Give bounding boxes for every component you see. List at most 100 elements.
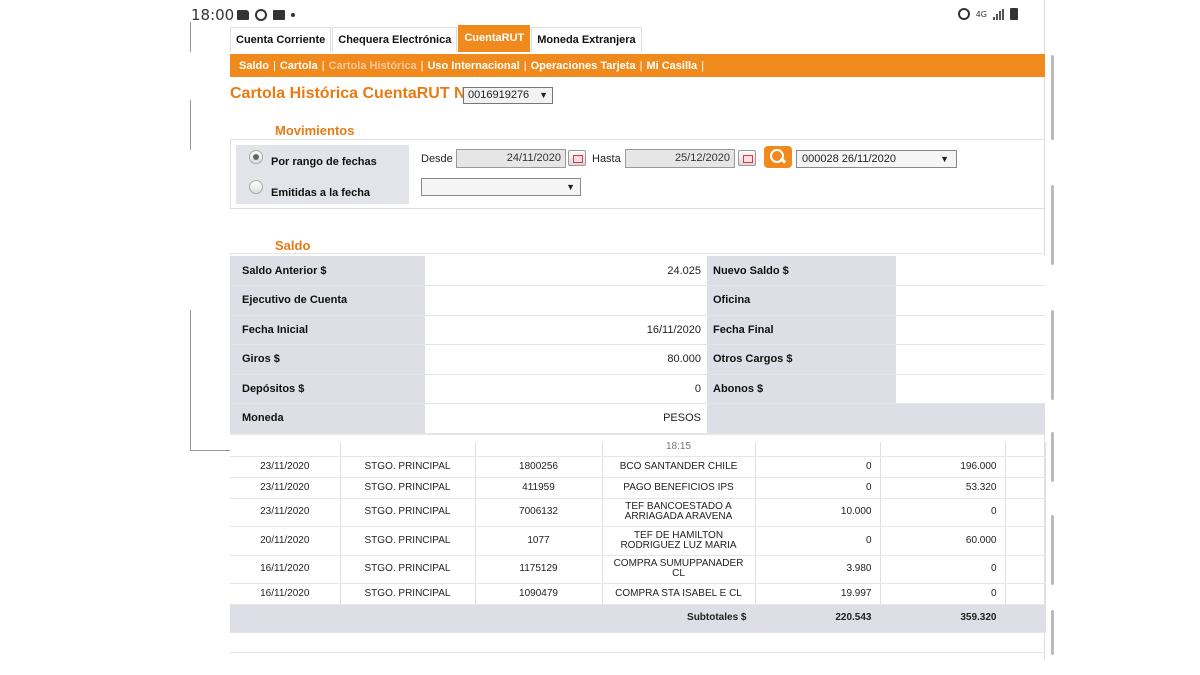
saldo-value: 24.025 <box>425 256 707 286</box>
scrollbar-thumb[interactable] <box>1051 610 1054 655</box>
hasta-label: Hasta <box>592 153 621 165</box>
cell-documento: 1090479 <box>475 583 603 605</box>
cell-descripcion: COMPRA STA ISABEL E CL <box>602 583 756 605</box>
cell-fecha: 16/11/2020 <box>230 583 341 605</box>
table-row: 23/11/2020 STGO. PRINCIPAL 1800256 BCO S… <box>230 456 1046 478</box>
cell-fecha: 16/11/2020 <box>230 555 341 584</box>
cell-descripcion: PAGO BENEFICIOS IPS <box>602 477 756 499</box>
partial-text: 18:15 <box>602 442 756 457</box>
saldo-row: Fecha Inicial 16/11/2020 Fecha Final <box>230 315 1045 345</box>
cell-descripcion: COMPRA SUMUPPANADER CL <box>602 555 756 584</box>
product-tabs: Cuenta Corriente Chequera Electrónica Cu… <box>230 25 643 52</box>
radio-emitidas[interactable] <box>249 180 263 194</box>
scrollbar-thumb[interactable] <box>1051 310 1054 400</box>
account-number: 0016919276 <box>468 89 530 101</box>
cell-documento: 1800256 <box>475 456 603 478</box>
cartola-select-value: 000028 26/11/2020 <box>802 153 896 165</box>
status-bar: 18:00 4G <box>190 4 1040 24</box>
scrollbar-thumb[interactable] <box>1051 185 1054 265</box>
frame-line <box>190 100 191 150</box>
saldo-key: Fecha Inicial <box>230 315 425 345</box>
cell-abono: 0 <box>880 583 1006 605</box>
frame-line <box>190 450 230 451</box>
desde-label: Desde <box>421 153 453 165</box>
cell-documento: 7006132 <box>475 498 603 527</box>
cell-descripcion: TEF BANCOESTADO A ARRIAGADA ARAVENA <box>602 498 756 527</box>
table-row: 16/11/2020 STGO. PRINCIPAL 1175129 COMPR… <box>230 555 1046 584</box>
tab-cuenta-corriente[interactable]: Cuenta Corriente <box>230 27 332 52</box>
saldo-key: Giros $ <box>230 344 425 375</box>
saldo-key: Ejecutivo de Cuenta <box>230 285 425 316</box>
option-emitted-label: Emitidas a la fecha <box>271 187 371 199</box>
cell-sucursal: STGO. PRINCIPAL <box>340 555 476 584</box>
desde-input[interactable]: 24/11/2020 <box>456 149 566 168</box>
cell-documento: 411959 <box>475 477 603 499</box>
hasta-input[interactable]: 25/12/2020 <box>625 149 735 168</box>
tab-chequera-electronica[interactable]: Chequera Electrónica <box>332 27 458 52</box>
cell-cargo: 0 <box>755 456 881 478</box>
saldo-row: Ejecutivo de Cuenta Oficina <box>230 285 1045 316</box>
cell-abono: 53.320 <box>880 477 1006 499</box>
network-label: 4G <box>975 9 987 19</box>
square-icon <box>273 10 285 20</box>
subtotal-abonos: 359.320 <box>880 604 1006 633</box>
cell-cargo: 3.980 <box>755 555 881 584</box>
battery-icon <box>1010 8 1018 20</box>
cell-abono: 0 <box>880 555 1006 584</box>
saldo-key: Abonos $ <box>707 374 896 404</box>
search-button[interactable] <box>764 146 792 168</box>
saldo-value <box>425 285 707 316</box>
tab-cuentarut[interactable]: CuentaRUT <box>458 25 531 52</box>
saldo-empty <box>707 403 1045 434</box>
subnav-cartola[interactable]: Cartola <box>280 60 318 72</box>
subnav-mi-casilla[interactable]: Mi Casilla <box>646 60 697 72</box>
cartola-select[interactable]: 000028 26/11/2020 ▼ <box>796 150 957 168</box>
subtotal-row: Subtotales $ 220.543 359.320 <box>230 604 1046 633</box>
option-range-label: Por rango de fechas <box>271 156 377 168</box>
saldo-value: PESOS <box>425 403 707 434</box>
saldo-key: Otros Cargos $ <box>707 344 896 375</box>
alarm-icon <box>255 9 267 21</box>
radio-por-rango[interactable] <box>249 150 263 164</box>
subnav-saldo[interactable]: Saldo <box>239 60 269 72</box>
table-row: 16/11/2020 STGO. PRINCIPAL 1090479 COMPR… <box>230 583 1046 605</box>
cell-documento: 1175129 <box>475 555 603 584</box>
tab-moneda-extranjera[interactable]: Moneda Extranjera <box>531 27 642 52</box>
calendar-icon[interactable] <box>568 150 586 166</box>
cell-sucursal: STGO. PRINCIPAL <box>340 477 476 499</box>
table-row: 23/11/2020 STGO. PRINCIPAL 7006132 TEF B… <box>230 498 1046 527</box>
scrollbar-thumb[interactable] <box>1051 55 1054 140</box>
subnav-operaciones-tarjeta[interactable]: Operaciones Tarjeta <box>531 60 636 72</box>
frame-line <box>190 22 191 52</box>
scrollbar-thumb[interactable] <box>1051 432 1054 482</box>
cell-cargo: 10.000 <box>755 498 881 527</box>
chevron-down-icon: ▼ <box>539 90 548 100</box>
subnav-cartola-historica[interactable]: Cartola Histórica <box>329 60 417 72</box>
cell-abono: 196.000 <box>880 456 1006 478</box>
emitidas-select[interactable]: ▼ <box>421 178 581 196</box>
saldo-table: Saldo Anterior $ 24.025 Nuevo Saldo $ Ej… <box>230 256 1045 434</box>
cell-cargo: 0 <box>755 477 881 499</box>
cell-documento: 1077 <box>475 526 603 556</box>
scrollbar-thumb[interactable] <box>1051 515 1054 585</box>
calendar-icon[interactable] <box>738 150 756 166</box>
table-row: 18:15 <box>230 442 1046 457</box>
saldo-value <box>896 315 1045 345</box>
subnav-uso-internacional[interactable]: Uso Internacional <box>427 60 519 72</box>
cell-abono: 0 <box>880 498 1006 527</box>
cell-fecha: 23/11/2020 <box>230 498 341 527</box>
table-row: 20/11/2020 STGO. PRINCIPAL 1077 TEF DE H… <box>230 526 1046 556</box>
signal-icon <box>993 8 1004 20</box>
account-select[interactable]: 0016919276 ▼ <box>463 87 553 104</box>
status-time: 18:00 <box>191 6 235 24</box>
movements-table: 18:15 23/11/2020 STGO. PRINCIPAL 1800256… <box>230 442 1046 633</box>
saldo-value <box>896 374 1045 404</box>
cell-cargo: 0 <box>755 526 881 556</box>
status-icons-right: 4G <box>957 8 1018 20</box>
cell-fecha: 23/11/2020 <box>230 456 341 478</box>
status-icons-left <box>237 9 295 21</box>
saldo-value: 16/11/2020 <box>425 315 707 345</box>
saldo-key: Oficina <box>707 285 896 316</box>
chevron-down-icon: ▼ <box>566 182 575 192</box>
saldo-value: 0 <box>425 374 707 404</box>
